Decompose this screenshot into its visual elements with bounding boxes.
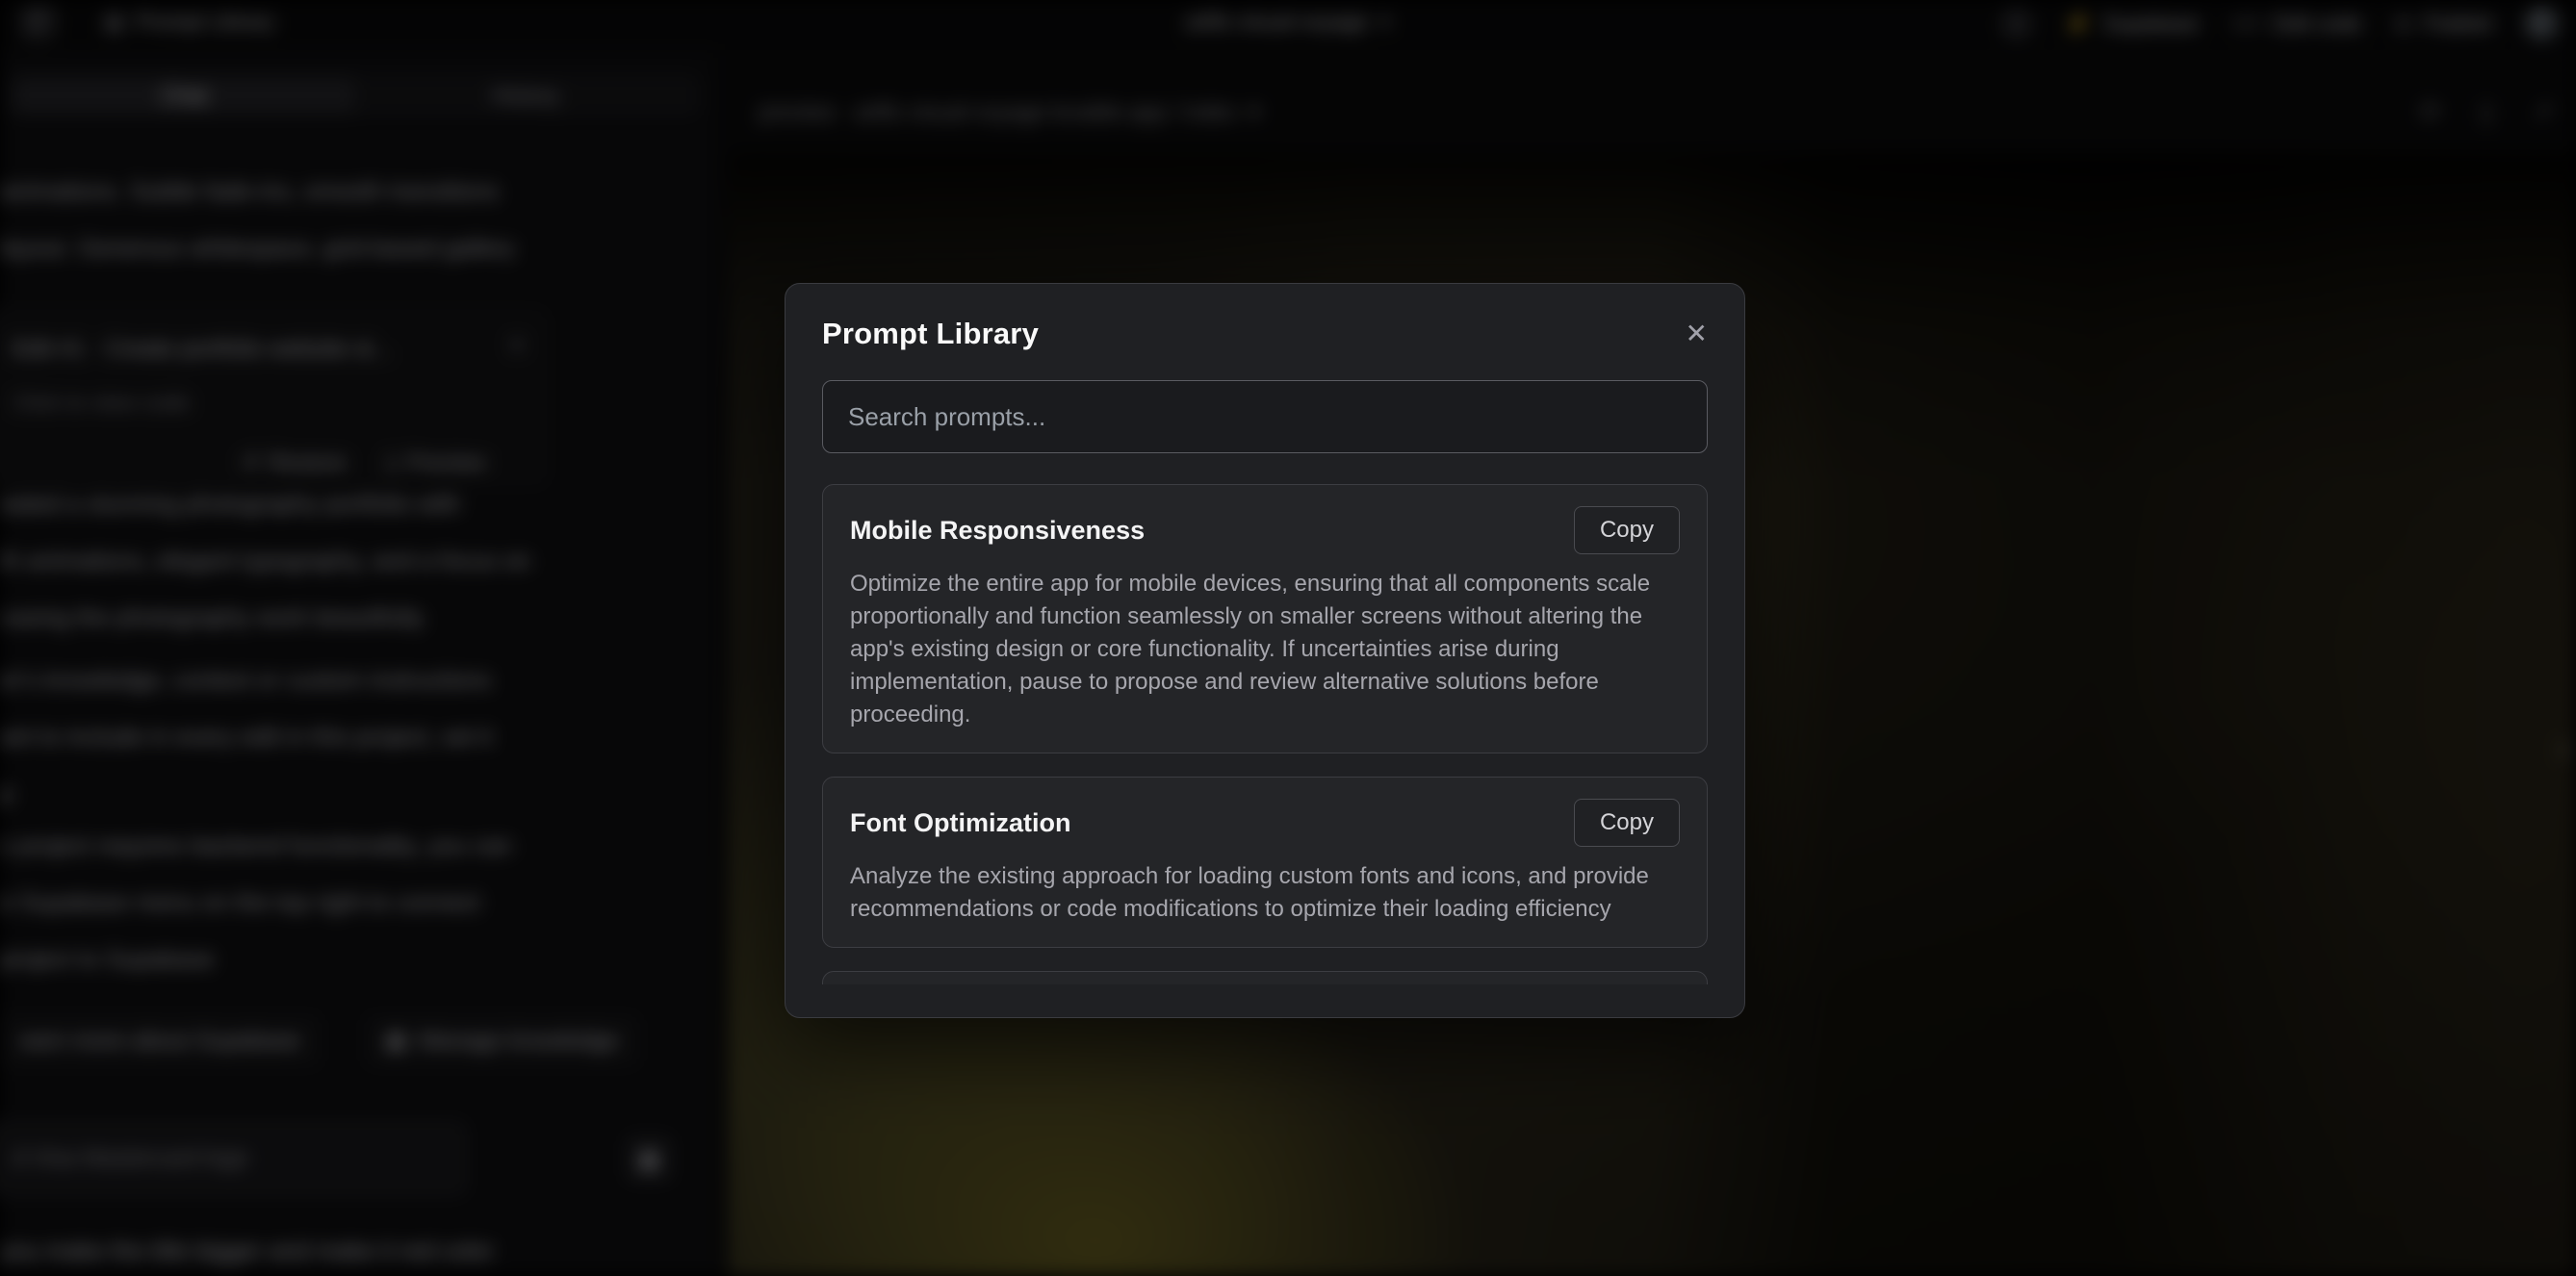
prompt-description: Optimize the entire app for mobile devic… — [850, 568, 1680, 731]
copy-button[interactable]: Copy — [1574, 799, 1680, 847]
modal-title: Prompt Library — [822, 317, 1039, 351]
prompt-card-mobile-responsiveness: Mobile Responsiveness Copy Optimize the … — [822, 484, 1708, 753]
prompt-card-font-optimization: Font Optimization Copy Analyze the exist… — [822, 777, 1708, 948]
modal-header: Prompt Library ✕ — [822, 317, 1708, 351]
prompt-description: Analyze the existing approach for loadin… — [850, 860, 1680, 926]
prompt-card-clipped — [822, 971, 1708, 984]
close-icon[interactable]: ✕ — [1686, 320, 1708, 347]
prompt-list: Mobile Responsiveness Copy Optimize the … — [822, 484, 1708, 984]
prompt-title: Font Optimization — [850, 808, 1070, 838]
search-input[interactable] — [822, 380, 1708, 453]
prompt-library-modal: Prompt Library ✕ Mobile Responsiveness C… — [785, 283, 1745, 1018]
prompt-title: Mobile Responsiveness — [850, 516, 1145, 546]
copy-button[interactable]: Copy — [1574, 506, 1680, 554]
